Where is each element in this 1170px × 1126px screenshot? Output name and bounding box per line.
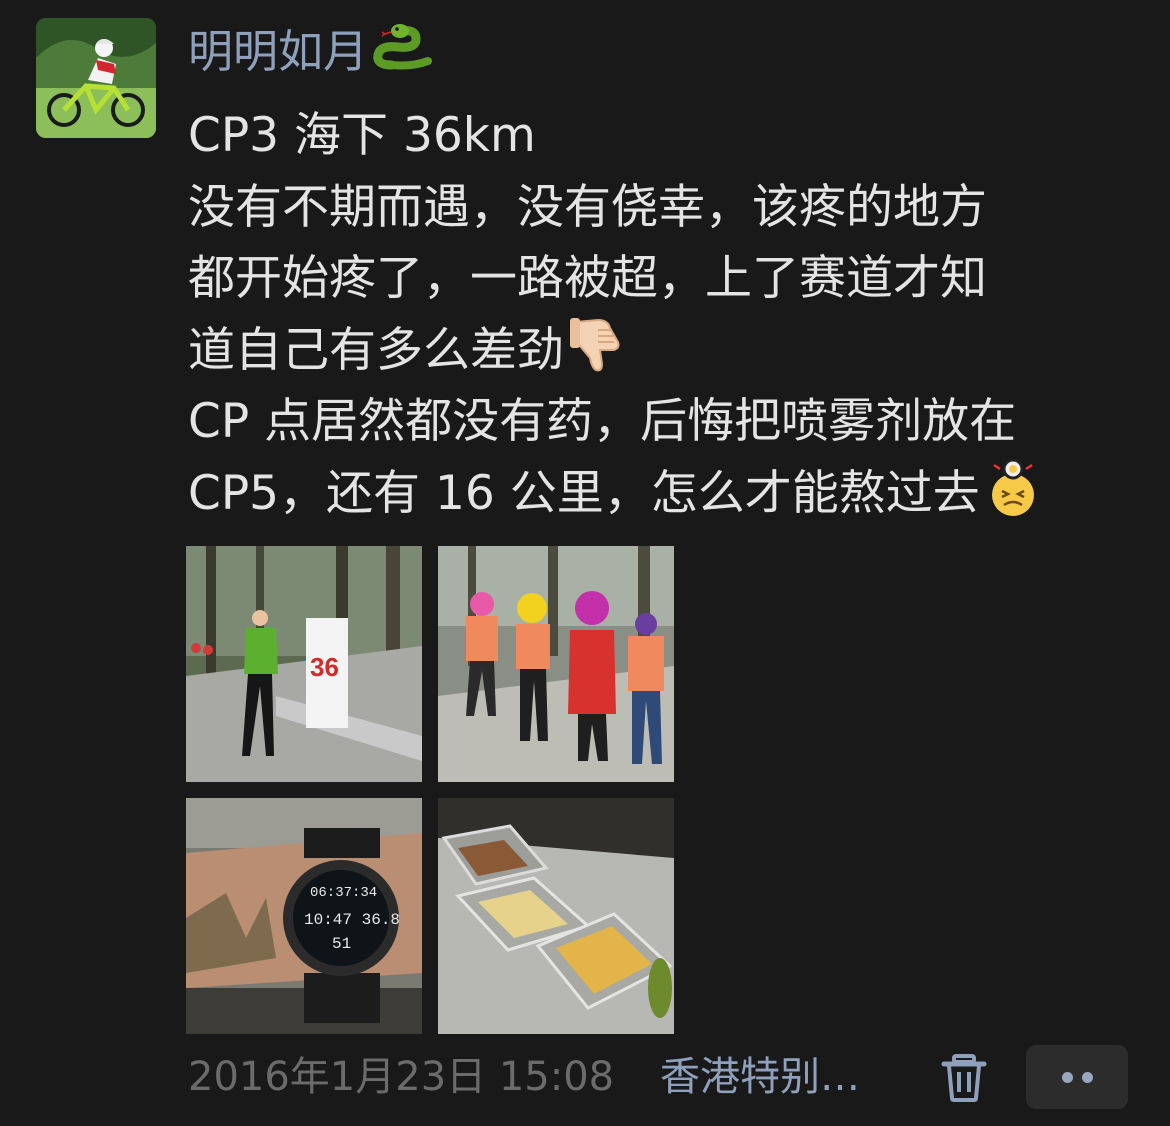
watch-line-2: 10:47 36.8 (304, 911, 400, 929)
photo-2-image (438, 546, 674, 782)
post-text-line-3: 都开始疼了，一路被超，上了赛道才知 (188, 251, 987, 306)
cyclist-avatar-image (36, 18, 156, 138)
post-text: CP3 海下 36km 没有不期而遇，没有侥幸，该疼的地方 都开始疼了，一路被超… (188, 100, 1148, 529)
post-text-line-6: CP5，还有 16 公里，怎么才能熬过去 (188, 458, 1148, 530)
post-text-line-6-text: CP5，还有 16 公里，怎么才能熬过去 (188, 465, 980, 521)
watch-line-1: 06:37:34 (310, 885, 377, 901)
watch-line-3: 51 (332, 935, 351, 953)
post-text-line-5: CP 点居然都没有药，后悔把喷雾剂放在 (188, 394, 1017, 449)
post-timestamp: 2016年1月23日 15:08 (188, 1054, 615, 1100)
post-text-line-2: 没有不期而遇，没有侥幸，该疼的地方 (188, 179, 987, 235)
photo-food-trays[interactable] (438, 798, 674, 1034)
delete-button[interactable] (940, 1052, 988, 1104)
author-name-text: 明明如月 (188, 25, 369, 78)
post-location[interactable]: 香港特别… (660, 1052, 860, 1102)
post-text-line-4-text: 道自己有多么差劲 (188, 322, 564, 378)
trash-icon (941, 1054, 987, 1102)
photo-volunteers-in-wigs[interactable] (438, 546, 674, 782)
avatar[interactable] (36, 18, 156, 138)
moments-post: 明明如月 CP3 海下 36km 没有不期而遇，没有侥幸，该疼的地方 都开始疼了… (0, 0, 1170, 1126)
post-text-line-1: CP3 海下 36km (188, 108, 536, 163)
author-name[interactable]: 明明如月 (188, 20, 433, 84)
post-text-line-4: 道自己有多么差劲 (188, 315, 1148, 387)
more-dots-icon (1062, 1072, 1073, 1083)
photo-1-image: 36 (186, 546, 422, 782)
photo-hiker-at-36km-sign[interactable]: 36 (186, 546, 422, 782)
more-actions-button[interactable] (1026, 1045, 1128, 1109)
photo-muddy-arm-sport-watch[interactable]: 06:37:34 10:47 36.8 51 (186, 798, 422, 1034)
photo-4-image (438, 798, 674, 1034)
thumbs-down-emoji (568, 316, 624, 395)
dizzy-grimace-emoji (984, 458, 1042, 538)
sign-36-text: 36 (310, 652, 339, 682)
photo-3-image: 06:37:34 10:47 36.8 51 (186, 798, 422, 1034)
more-dots-icon-dot-2 (1082, 1072, 1093, 1083)
snake-emoji (372, 21, 433, 90)
